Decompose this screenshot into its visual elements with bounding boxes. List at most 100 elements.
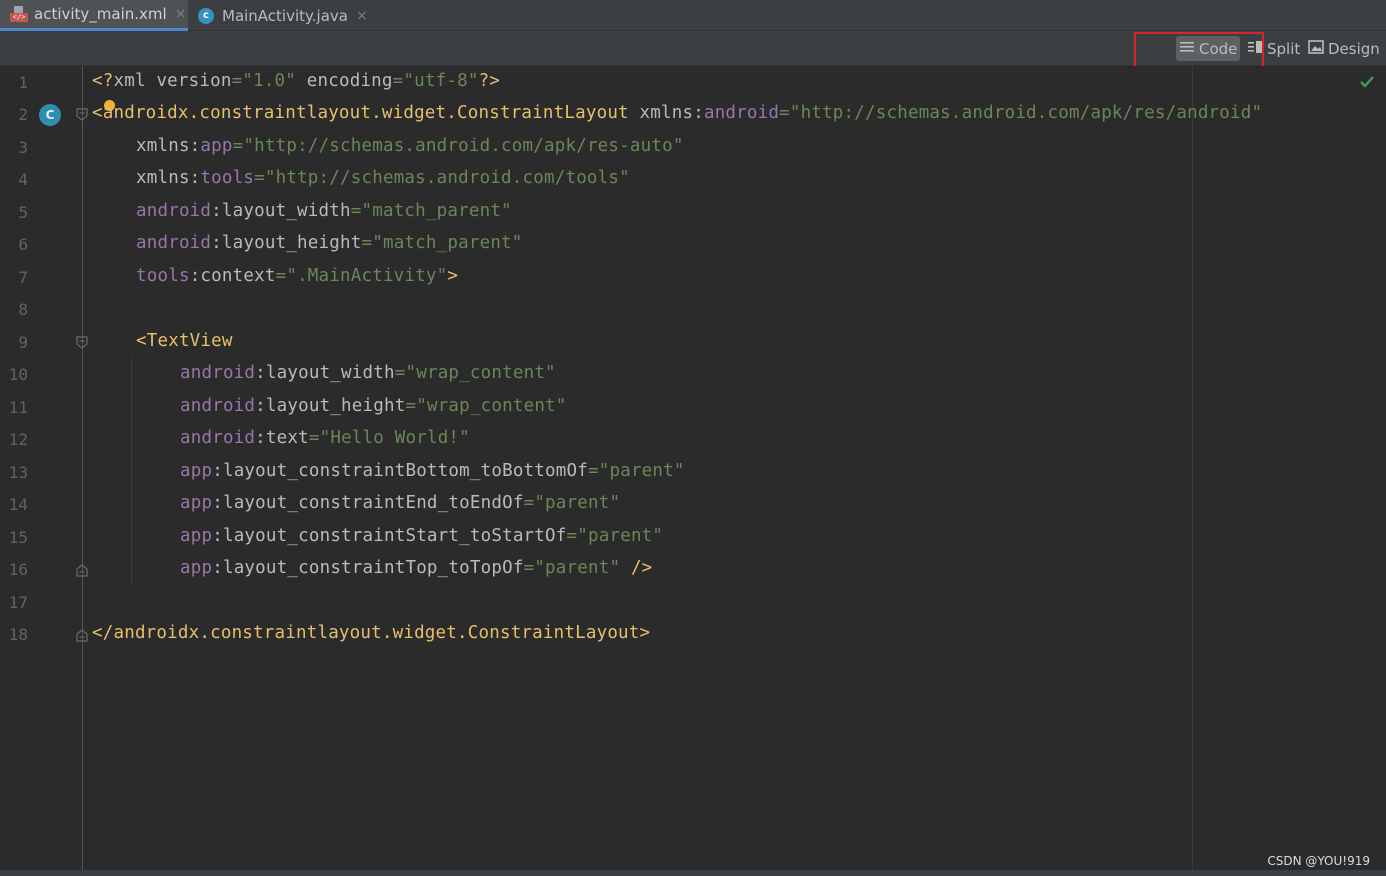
attr-value: "match_parent" bbox=[372, 233, 523, 253]
tag-name: <androidx.constraintlayout.widget.Constr… bbox=[92, 103, 629, 123]
namespace: app bbox=[200, 136, 233, 156]
line-number: 7 bbox=[18, 268, 28, 287]
line-number: 12 bbox=[8, 430, 28, 449]
java-class-icon: c bbox=[198, 7, 214, 24]
code-line[interactable]: <TextView bbox=[136, 331, 233, 351]
equals: = bbox=[587, 461, 599, 481]
code-line[interactable]: app:layout_constraintStart_toStartOf="pa… bbox=[180, 526, 663, 546]
equals: = bbox=[254, 168, 265, 188]
code-line[interactable]: </androidx.constraintlayout.widget.Const… bbox=[92, 623, 650, 643]
line-number: 9 bbox=[18, 333, 28, 352]
attr-value: "http://schemas.android.com/apk/res-auto… bbox=[243, 136, 684, 156]
fold-open-icon[interactable] bbox=[75, 336, 89, 350]
code-line[interactable]: app:layout_constraintBottom_toBottomOf="… bbox=[180, 461, 685, 481]
tag-name: </androidx.constraintlayout.widget.Const… bbox=[92, 623, 651, 643]
no-errors-check-icon[interactable] bbox=[1360, 73, 1374, 93]
attr-value: ".MainActivity" bbox=[286, 266, 448, 286]
equals: = bbox=[392, 71, 404, 91]
equals: = bbox=[405, 396, 417, 416]
attr-name: xmlns: bbox=[628, 103, 704, 123]
attr-name: :layout_constraintBottom_toBottomOf bbox=[212, 461, 588, 481]
equals: = bbox=[523, 558, 535, 578]
namespace: app bbox=[180, 493, 213, 513]
line-number: 14 bbox=[8, 495, 28, 514]
tab-label: MainActivity.java bbox=[222, 6, 348, 25]
split-mode-label: Split bbox=[1267, 39, 1301, 58]
attr-name: xmlns: bbox=[136, 136, 201, 156]
namespace: android bbox=[180, 363, 256, 383]
pi-name: xml bbox=[113, 71, 146, 91]
attr-value: "wrap_content" bbox=[405, 363, 556, 383]
code-line[interactable]: app:layout_constraintEnd_toEndOf="parent… bbox=[180, 493, 620, 513]
equals: = bbox=[394, 363, 406, 383]
xml-file-icon: </> bbox=[10, 5, 28, 23]
line-number: 13 bbox=[8, 463, 28, 482]
equals: = bbox=[231, 71, 243, 91]
attr-name: xmlns: bbox=[136, 168, 201, 188]
line-number: 11 bbox=[8, 398, 28, 417]
editor-tab-bar: </> activity_main.xml × c MainActivity.j… bbox=[0, 0, 1386, 31]
fold-close-icon[interactable] bbox=[75, 563, 89, 577]
attr-name: :layout_width bbox=[211, 201, 351, 221]
code-line[interactable]: <?xml version="1.0" encoding="utf-8"?> bbox=[92, 71, 500, 91]
highlight-annotation-box bbox=[1134, 32, 1264, 70]
bottom-strip bbox=[0, 870, 1386, 876]
code-line[interactable]: android:layout_width="match_parent" bbox=[136, 201, 512, 221]
right-margin-guide bbox=[1192, 66, 1193, 870]
tag-name: <TextView bbox=[136, 331, 233, 351]
code-line[interactable]: <androidx.constraintlayout.widget.Constr… bbox=[92, 103, 1262, 123]
tag-close: > bbox=[447, 266, 459, 286]
attr-name: :layout_constraintStart_toStartOf bbox=[212, 526, 567, 546]
attr-value: "Hello World!" bbox=[319, 428, 470, 448]
attr-value: "http://schemas.android.com/apk/res/andr… bbox=[789, 103, 1263, 123]
attr-name: :text bbox=[255, 428, 309, 448]
attr-name: encoding bbox=[296, 71, 393, 91]
line-number: 16 bbox=[8, 560, 28, 579]
equals: = bbox=[566, 526, 578, 546]
attr-name: :layout_width bbox=[255, 363, 395, 383]
pi-open: <? bbox=[92, 71, 114, 91]
code-line[interactable]: app:layout_constraintTop_toTopOf="parent… bbox=[180, 558, 652, 578]
line-number: 18 bbox=[8, 625, 28, 644]
code-line[interactable]: android:layout_height="wrap_content" bbox=[180, 396, 567, 416]
namespace: app bbox=[180, 526, 213, 546]
pi-close: ?> bbox=[478, 71, 501, 91]
code-line[interactable]: xmlns:app="http://schemas.android.com/ap… bbox=[136, 136, 684, 156]
namespace: android bbox=[180, 396, 256, 416]
close-icon[interactable]: × bbox=[356, 8, 368, 24]
code-line[interactable]: tools:context=".MainActivity"> bbox=[136, 266, 458, 286]
design-mode-button[interactable]: Design bbox=[1308, 36, 1380, 61]
fold-close-icon[interactable] bbox=[75, 628, 89, 642]
tab-mainactivity-java[interactable]: c MainActivity.java × bbox=[188, 0, 378, 31]
namespace: app bbox=[180, 461, 213, 481]
tab-activity-main-xml[interactable]: </> activity_main.xml × bbox=[0, 0, 188, 31]
line-number: 4 bbox=[18, 170, 28, 189]
watermark: CSDN @YOU!919 bbox=[1267, 854, 1370, 868]
namespace: app bbox=[180, 558, 213, 578]
gutter-divider bbox=[82, 66, 83, 870]
attr-name: :context bbox=[189, 266, 276, 286]
namespace: tools bbox=[200, 168, 255, 188]
equals: = bbox=[361, 233, 373, 253]
attr-name: version bbox=[145, 71, 232, 91]
indent-guide bbox=[131, 358, 132, 584]
equals: = bbox=[523, 493, 535, 513]
attr-value: "http://schemas.android.com/tools" bbox=[264, 168, 630, 188]
close-icon[interactable]: × bbox=[175, 6, 187, 22]
class-marker-icon[interactable]: C bbox=[39, 104, 61, 126]
attr-value: "match_parent" bbox=[361, 201, 512, 221]
equals: = bbox=[275, 266, 287, 286]
attr-value: "parent" bbox=[534, 558, 621, 578]
fold-open-icon[interactable] bbox=[75, 108, 89, 122]
attr-name: :layout_constraintEnd_toEndOf bbox=[212, 493, 524, 513]
code-line[interactable]: android:layout_height="match_parent" bbox=[136, 233, 523, 253]
line-number: 15 bbox=[8, 528, 28, 547]
line-number: 10 bbox=[8, 365, 28, 384]
line-number: 3 bbox=[18, 138, 28, 157]
code-line[interactable]: xmlns:tools="http://schemas.android.com/… bbox=[136, 168, 630, 188]
line-number: 8 bbox=[18, 300, 28, 319]
tag-close: /> bbox=[620, 558, 653, 578]
code-line[interactable]: android:layout_width="wrap_content" bbox=[180, 363, 556, 383]
code-line[interactable]: android:text="Hello World!" bbox=[180, 428, 470, 448]
line-number: 1 bbox=[18, 73, 28, 92]
